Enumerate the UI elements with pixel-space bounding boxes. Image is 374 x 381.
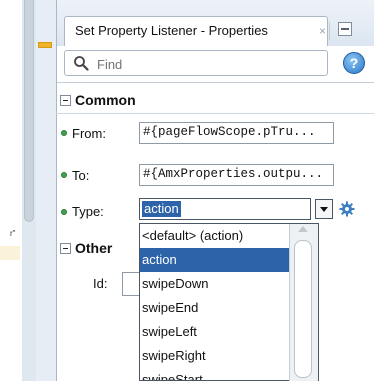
divider xyxy=(329,22,330,40)
from-field[interactable]: #{pageFlowScope.pTru... xyxy=(139,122,334,144)
panel-titlebar: Set Property Listener - Properties × xyxy=(57,0,374,47)
search-input[interactable] xyxy=(97,55,317,73)
collapse-icon[interactable] xyxy=(60,94,71,106)
chevron-down-icon[interactable] xyxy=(315,199,333,219)
id-label: Id: xyxy=(93,276,108,291)
required-indicator xyxy=(61,130,67,136)
close-icon[interactable]: × xyxy=(319,24,326,38)
warning-marker-icon[interactable] xyxy=(38,42,52,48)
type-label: Type: xyxy=(72,204,104,219)
type-select[interactable]: action xyxy=(139,198,311,220)
divider xyxy=(56,113,374,114)
editor-highlight-line xyxy=(0,246,20,260)
editor-scrollbar-thumb[interactable] xyxy=(24,0,34,222)
required-indicator xyxy=(61,209,67,215)
editor-gutter xyxy=(0,0,22,381)
section-other-header[interactable]: Other xyxy=(60,238,112,258)
gear-icon[interactable] xyxy=(339,201,355,217)
type-selected-value: action xyxy=(142,201,181,217)
search-box[interactable] xyxy=(64,50,328,76)
section-common-label: Common xyxy=(75,92,136,108)
collapse-icon[interactable] xyxy=(60,242,71,254)
tab-title: Set Property Listener - Properties xyxy=(75,23,268,38)
help-icon[interactable]: ? xyxy=(343,52,365,74)
from-label: From: xyxy=(72,126,106,141)
scroll-up-icon[interactable] xyxy=(298,226,308,232)
search-icon xyxy=(74,56,89,71)
section-other-label: Other xyxy=(75,240,113,256)
to-label: To: xyxy=(72,168,90,183)
dropdown-scrollbar-thumb[interactable] xyxy=(294,240,312,378)
to-field[interactable]: #{AmxProperties.outpu... xyxy=(139,164,334,186)
splitter[interactable] xyxy=(36,0,56,381)
section-common-header[interactable]: Common xyxy=(60,90,136,110)
editor-fragment-text: r" xyxy=(10,229,16,238)
required-indicator xyxy=(61,172,67,178)
minimize-icon[interactable] xyxy=(338,22,352,36)
tab-properties[interactable]: Set Property Listener - Properties × xyxy=(64,16,328,47)
